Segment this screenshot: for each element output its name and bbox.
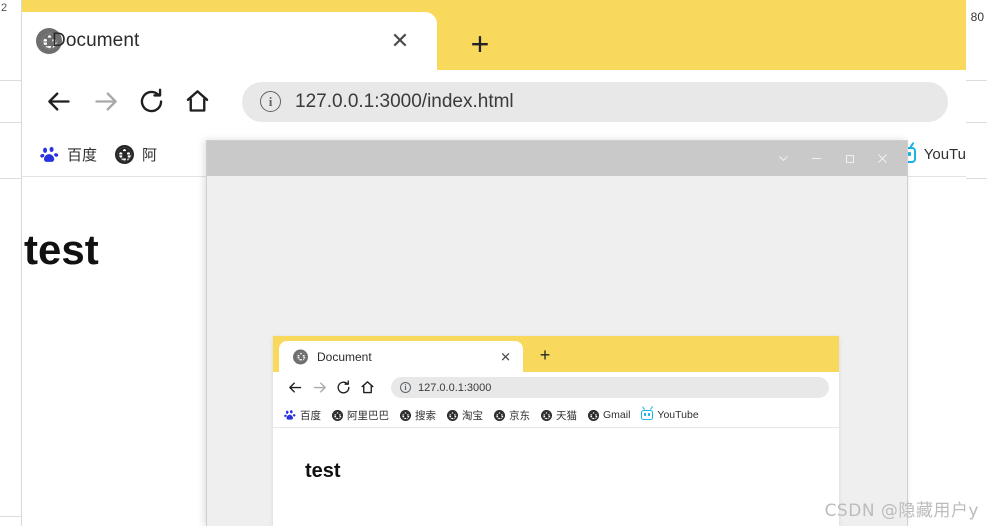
backdrop-left-strip: 2 — [0, 0, 22, 526]
outer-address-bar[interactable]: i 127.0.0.1:3000/index.html — [242, 81, 948, 122]
bookmark-alibaba[interactable]: 阿里巴巴 — [332, 408, 389, 423]
bookmark-gmail[interactable]: Gmail — [588, 409, 630, 421]
globe-icon — [447, 409, 458, 421]
bilibili-icon — [641, 410, 654, 420]
inner-url-text: 127.0.0.1:3000 — [418, 381, 492, 394]
globe-icon — [541, 409, 552, 421]
app-title-bar[interactable] — [207, 141, 907, 176]
outer-toolbar: i 127.0.0.1:3000/index.html — [22, 70, 966, 133]
bookmark-youtube[interactable]: YouTube — [641, 409, 699, 421]
outer-tab-document[interactable]: Document ✕ — [22, 12, 437, 70]
reload-icon[interactable] — [331, 376, 355, 400]
maximize-icon[interactable] — [833, 142, 866, 175]
inner-bookmarks-bar: 百度 阿里巴巴 搜索 淘宝 京东 天猫 Gmail YouTube — [273, 403, 839, 428]
bookmark-jingdong[interactable]: 京东 — [494, 408, 530, 423]
bookmark-label: 京东 — [509, 409, 530, 422]
backdrop-right-strip: 80 — [965, 0, 987, 526]
inner-tab-title: Document — [317, 349, 372, 364]
bookmark-label: YouTu — [923, 146, 966, 163]
inner-tab-strip: Document ✕ + — [273, 336, 839, 372]
bookmark-alibaba[interactable]: 阿 — [115, 144, 157, 165]
bookmark-tmall[interactable]: 天猫 — [541, 408, 577, 423]
app-window: Document ✕ + i 127.0.0.1:3000 百度 阿里巴巴 搜索… — [206, 140, 908, 526]
outer-url-text: 127.0.0.1:3000/index.html — [295, 90, 514, 112]
screenshot-root: 2 80 Document ✕ + i 127.0.0.1:3000/index… — [0, 0, 987, 526]
backdrop-top-right-fragment: 80 — [970, 10, 984, 24]
outer-tab-strip: Document ✕ + — [22, 0, 966, 70]
page-heading: test — [24, 226, 99, 273]
bookmark-label: 百度 — [67, 147, 98, 164]
bookmark-label: Gmail — [603, 409, 631, 421]
back-icon[interactable] — [36, 79, 82, 125]
new-tab-button[interactable]: + — [460, 24, 500, 64]
close-icon[interactable]: ✕ — [387, 28, 413, 54]
back-icon[interactable] — [283, 376, 307, 400]
bookmark-label: 阿 — [142, 147, 158, 164]
minimize-icon[interactable] — [800, 142, 833, 175]
info-icon[interactable]: i — [260, 91, 281, 112]
baidu-icon — [284, 409, 296, 421]
inner-browser-window: Document ✕ + i 127.0.0.1:3000 百度 阿里巴巴 搜索… — [273, 336, 839, 526]
inner-toolbar: i 127.0.0.1:3000 — [273, 372, 839, 403]
bookmark-baidu[interactable]: 百度 — [40, 144, 97, 165]
globe-icon — [494, 409, 505, 421]
bookmark-label: YouTube — [657, 409, 699, 421]
inner-tab-document[interactable]: Document ✕ — [279, 341, 523, 372]
new-tab-button[interactable]: + — [535, 345, 555, 365]
page-heading: test — [305, 460, 341, 482]
globe-icon — [400, 409, 411, 421]
forward-icon[interactable] — [82, 79, 128, 125]
home-icon[interactable] — [355, 376, 379, 400]
backdrop-top-left-fragment: 2 — [1, 2, 7, 14]
bookmark-sousuo[interactable]: 搜索 — [400, 408, 436, 423]
globe-icon — [115, 145, 135, 164]
bookmark-baidu[interactable]: 百度 — [284, 408, 321, 423]
bookmark-label: 天猫 — [556, 409, 577, 422]
bookmark-label: 淘宝 — [462, 409, 483, 422]
globe-icon — [293, 349, 308, 364]
close-icon[interactable] — [866, 142, 899, 175]
globe-icon — [332, 409, 343, 421]
info-icon[interactable]: i — [400, 382, 411, 393]
globe-icon — [588, 409, 599, 421]
bookmark-label: 百度 — [300, 409, 321, 422]
inner-page-content: test — [273, 428, 839, 526]
bookmark-label: 搜索 — [415, 409, 436, 422]
close-icon[interactable]: ✕ — [500, 350, 511, 363]
home-icon[interactable] — [174, 79, 220, 125]
app-window-body: Document ✕ + i 127.0.0.1:3000 百度 阿里巴巴 搜索… — [207, 176, 907, 526]
inner-address-bar[interactable]: i 127.0.0.1:3000 — [391, 377, 829, 398]
forward-icon[interactable] — [307, 376, 331, 400]
outer-tab-title: Document — [52, 30, 140, 51]
bookmark-taobao[interactable]: 淘宝 — [447, 408, 483, 423]
reload-icon[interactable] — [128, 79, 174, 125]
baidu-icon — [40, 145, 59, 164]
bookmark-label: 阿里巴巴 — [347, 409, 389, 422]
chevron-down-icon[interactable] — [767, 142, 800, 175]
